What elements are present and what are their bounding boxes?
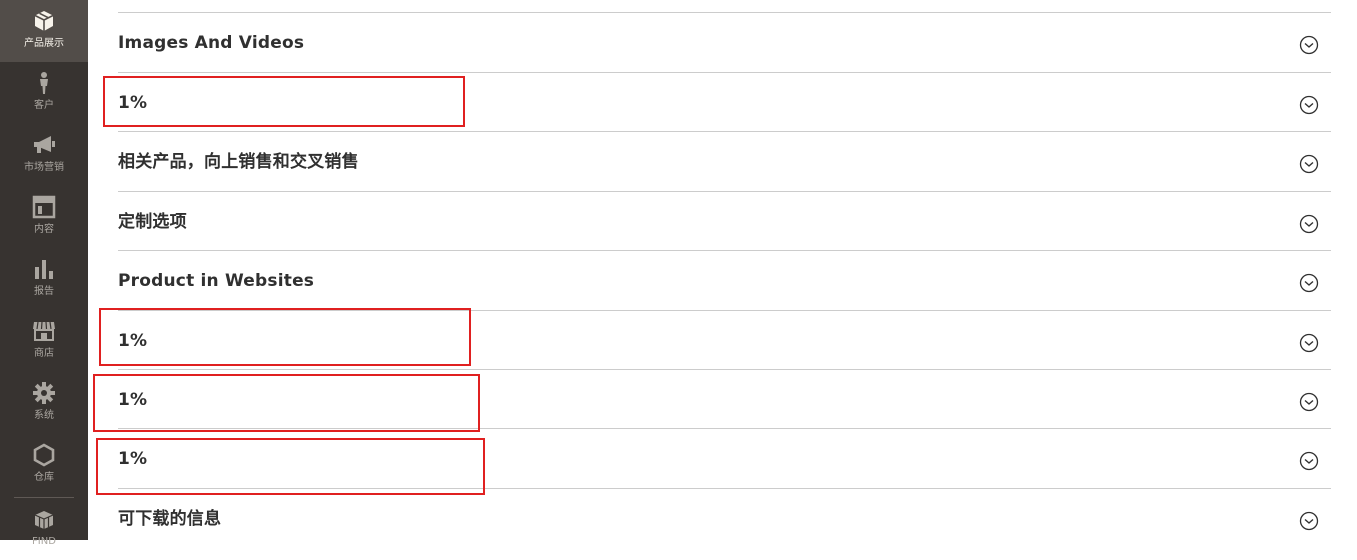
sidebar-item-label: 市场营销 bbox=[24, 162, 64, 173]
gear-icon bbox=[33, 382, 55, 404]
sidebar-item-warehouse[interactable]: 仓库 bbox=[0, 434, 88, 496]
chevron-down-circle-icon[interactable] bbox=[1299, 333, 1319, 353]
chevron-down-circle-icon[interactable] bbox=[1299, 511, 1319, 531]
highlight-box bbox=[93, 374, 480, 432]
section-downloadable-info[interactable]: 可下载的信息 bbox=[118, 488, 1331, 547]
section-product-in-websites[interactable]: Product in Websites bbox=[118, 250, 1331, 309]
sidebar-item-customers[interactable]: 客户 bbox=[0, 62, 88, 124]
person-icon bbox=[40, 72, 48, 94]
chevron-down-circle-icon[interactable] bbox=[1299, 214, 1319, 234]
bar-chart-icon bbox=[35, 260, 53, 279]
highlight-box bbox=[96, 438, 485, 495]
chevron-down-circle-icon[interactable] bbox=[1299, 451, 1319, 471]
highlight-box bbox=[103, 76, 465, 127]
megaphone-icon bbox=[34, 136, 55, 153]
chevron-down-circle-icon[interactable] bbox=[1299, 35, 1319, 55]
section-title: 相关产品，向上销售和交叉销售 bbox=[118, 152, 359, 172]
sidebar-item-content[interactable]: 内容 bbox=[0, 186, 88, 248]
sidebar-item-catalog[interactable]: 产品展示 bbox=[0, 0, 88, 62]
cube-icon bbox=[34, 11, 54, 31]
chevron-down-circle-icon[interactable] bbox=[1299, 273, 1319, 293]
sidebar-item-label: 客户 bbox=[34, 100, 54, 111]
sidebar-item-marketing[interactable]: 市场营销 bbox=[0, 124, 88, 186]
sidebar-item-label: FIND bbox=[32, 536, 56, 547]
chevron-down-circle-icon[interactable] bbox=[1299, 154, 1319, 174]
sidebar-item-label: 商店 bbox=[34, 348, 54, 359]
section-title: 可下载的信息 bbox=[118, 509, 222, 529]
sidebar-item-label: 内容 bbox=[34, 224, 54, 235]
sidebar-item-label: 系统 bbox=[34, 410, 54, 421]
sidebar-item-reports[interactable]: 报告 bbox=[0, 248, 88, 310]
sidebar-item-system[interactable]: 系统 bbox=[0, 372, 88, 434]
section-title: 定制选项 bbox=[118, 212, 187, 232]
sidebar-item-stores[interactable]: 商店 bbox=[0, 310, 88, 372]
section-images-and-videos[interactable]: Images And Videos bbox=[118, 12, 1331, 71]
sidebar-item-label: 报告 bbox=[34, 286, 54, 297]
section-title: Images And Videos bbox=[118, 33, 305, 53]
chevron-down-circle-icon[interactable] bbox=[1299, 392, 1319, 412]
highlight-box bbox=[99, 308, 471, 366]
section-related-products[interactable]: 相关产品，向上销售和交叉销售 bbox=[118, 131, 1331, 190]
extensions-icon bbox=[34, 511, 54, 529]
hexagon-icon bbox=[33, 443, 55, 467]
sidebar-item-label: 仓库 bbox=[34, 472, 54, 483]
sidebar-item-label: 产品展示 bbox=[24, 38, 64, 49]
section-title: Product in Websites bbox=[118, 271, 315, 291]
layout-icon bbox=[32, 195, 56, 219]
admin-sidebar: 产品展示 客户 市场营销 内容 报告 商店 系统 仓库 FIND bbox=[0, 0, 88, 547]
section-custom-options[interactable]: 定制选项 bbox=[118, 191, 1331, 250]
chevron-down-circle-icon[interactable] bbox=[1299, 95, 1319, 115]
storefront-icon bbox=[33, 321, 55, 341]
sidebar-item-find-partners[interactable]: FIND bbox=[0, 498, 88, 560]
